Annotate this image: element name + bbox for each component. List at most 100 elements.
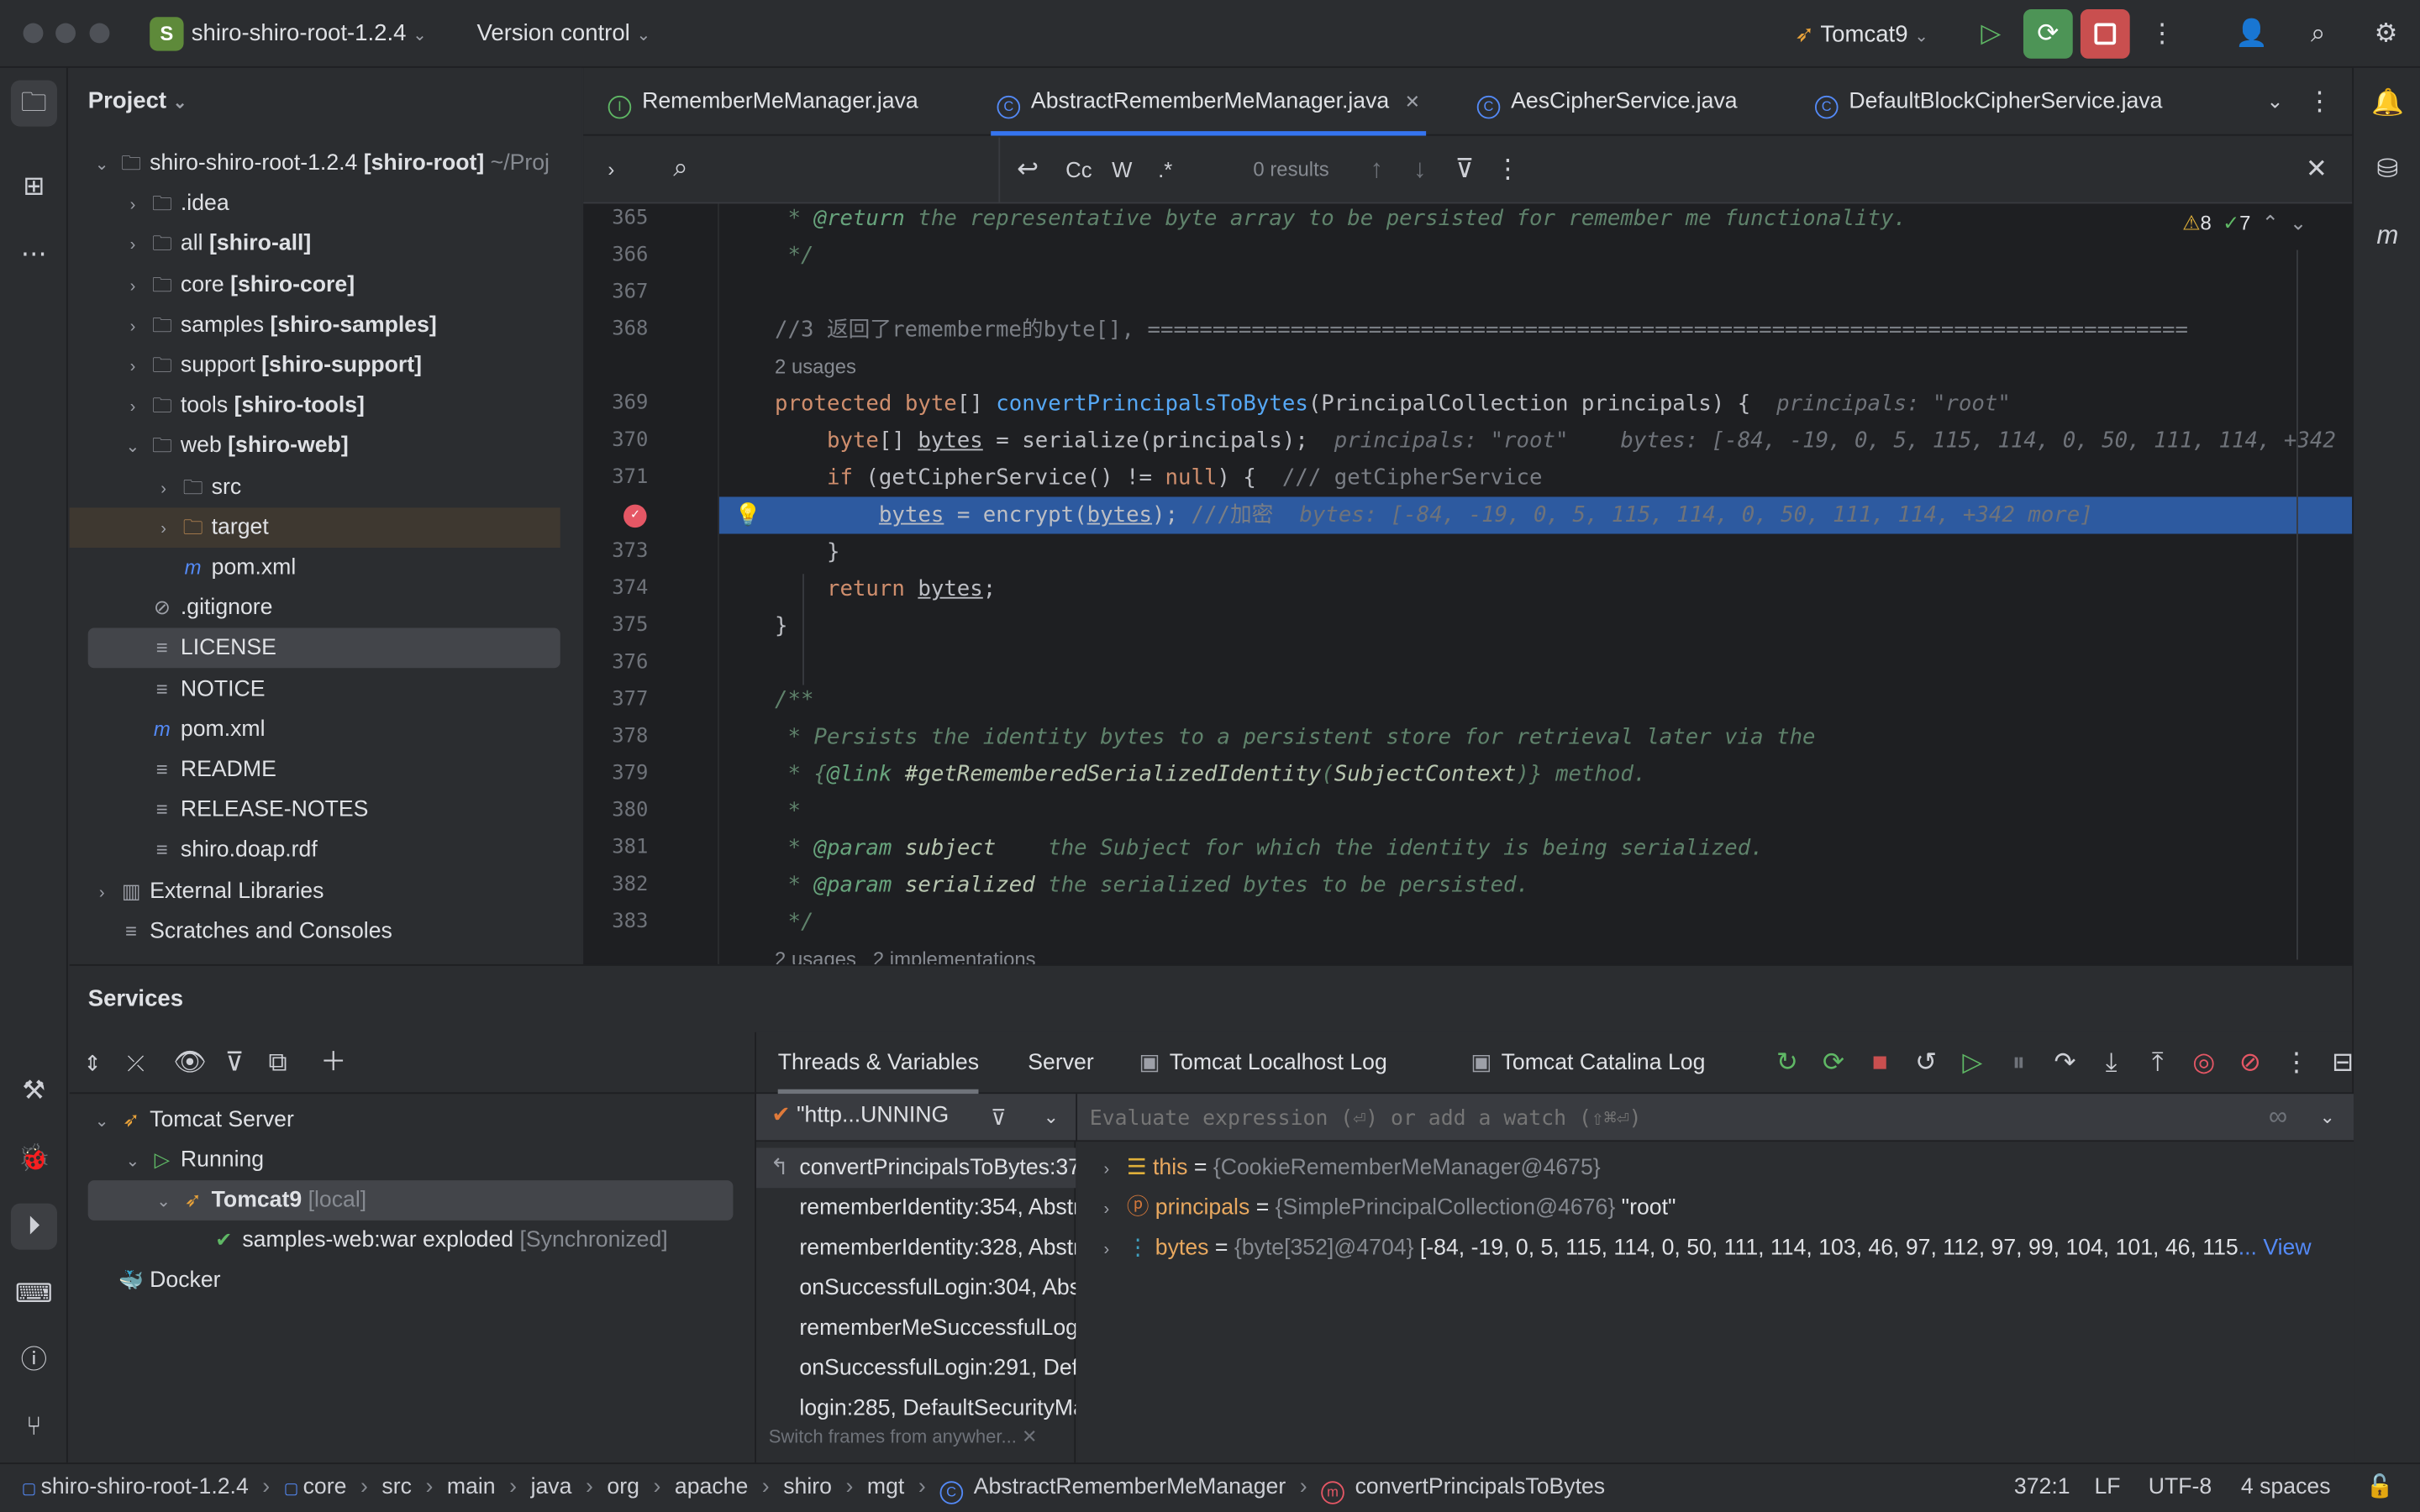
show-eye-icon[interactable]: 👁 bbox=[166, 1040, 213, 1086]
stack-frame[interactable]: onSuccessfulLogin:304, AbstractRememberM… bbox=[756, 1268, 1076, 1309]
filter-icon[interactable]: ⊽ bbox=[1442, 146, 1488, 192]
tree-item[interactable]: ⌄ 🗀 shiro-shiro-root-1.2.4 [shiro-root] ~/… bbox=[88, 144, 550, 184]
code-line[interactable]: 366 */ bbox=[583, 238, 2352, 275]
tab-aescipherservice-java[interactable]: C AesCipherService.java bbox=[1470, 68, 1744, 136]
tab-remembermemanager-java[interactable]: I RememberMeManager.java bbox=[602, 68, 924, 136]
breadcrumb-item[interactable]: mgt bbox=[867, 1475, 904, 1499]
stack-frame[interactable]: onSuccessfulLogin:291, DefaultSecurityMa… bbox=[756, 1348, 1076, 1389]
close-tab-icon[interactable]: ✕ bbox=[1405, 91, 1420, 113]
breadcrumb-item[interactable]: src bbox=[381, 1475, 412, 1499]
tree-item[interactable]: m pom.xml bbox=[150, 548, 297, 588]
tree-item[interactable]: ⌄ ➶ Tomcat Server bbox=[88, 1100, 294, 1141]
whole-word-toggle[interactable]: W bbox=[1099, 146, 1145, 192]
code-line[interactable]: 373 } bbox=[583, 534, 2352, 571]
lock-icon[interactable]: 🔓 bbox=[2366, 1464, 2394, 1510]
line-number[interactable]: 374 bbox=[583, 571, 648, 608]
stop-button[interactable] bbox=[2080, 9, 2130, 59]
layout-icon[interactable]: ⊟ bbox=[2320, 1040, 2366, 1086]
problems-icon[interactable]: ⓘ bbox=[11, 1337, 57, 1383]
breadcrumb-item[interactable]: convertPrincipalsToBytes bbox=[1355, 1475, 1606, 1499]
code-line[interactable]: 382 * @param serialized the serialized b… bbox=[583, 867, 2352, 904]
database-icon[interactable]: ⛁ bbox=[2365, 146, 2411, 192]
breadcrumb-item[interactable]: shiro bbox=[783, 1475, 832, 1499]
rerun-debug-icon[interactable]: ⟳ bbox=[1810, 1040, 1856, 1086]
prev-highlight-icon[interactable]: ⌃ bbox=[2262, 212, 2279, 235]
chevron-right-icon[interactable]: › bbox=[150, 469, 177, 509]
file-encoding[interactable]: UTF-8 bbox=[2149, 1464, 2212, 1510]
add-user-icon[interactable]: 👤 bbox=[2228, 11, 2275, 57]
breadcrumb-item[interactable]: main bbox=[447, 1475, 496, 1499]
chevron-right-icon[interactable]: › bbox=[1092, 1189, 1120, 1230]
code-line[interactable]: 377 /** bbox=[583, 682, 2352, 719]
code-line[interactable]: 380 * bbox=[583, 793, 2352, 830]
evaluate-expression-input[interactable] bbox=[1077, 1094, 2250, 1142]
version-control-menu[interactable]: Version control ⌄ bbox=[477, 20, 651, 46]
debugger-tab[interactable]: ▣ Tomcat Catalina Log bbox=[1470, 1032, 1705, 1094]
breadcrumb-item[interactable]: java bbox=[531, 1475, 572, 1499]
chevron-right-icon[interactable]: › bbox=[118, 307, 146, 347]
project-tool-folder-icon[interactable]: 🗀 bbox=[10, 80, 57, 127]
tree-item[interactable]: ⊘ .gitignore bbox=[118, 588, 273, 628]
tab-defaultblockcipherservice-java[interactable]: C DefaultBlockCipherService.java bbox=[1809, 68, 2169, 136]
code-line[interactable]: 368 //3 返回了rememberme的byte[], ===========… bbox=[583, 312, 2352, 349]
scrollbar-track[interactable] bbox=[2296, 249, 2298, 960]
chevron-right-icon[interactable]: › bbox=[150, 509, 177, 549]
thread-dropdown-chevron-icon[interactable]: ⌄ bbox=[1028, 1094, 1074, 1140]
tree-item[interactable]: ≡ LICENSE bbox=[87, 628, 560, 669]
step-out-icon[interactable]: ⤒ bbox=[2134, 1040, 2181, 1086]
stack-frame[interactable]: rememberIdentity:354, AbstractRememberMe… bbox=[756, 1188, 1076, 1228]
code-line[interactable]: 378 * Persists the identity bytes to a p… bbox=[583, 719, 2352, 756]
previous-occurrence-icon[interactable]: ↑ bbox=[1354, 146, 1400, 192]
tree-item[interactable]: ≡ shiro.doap.rdf bbox=[118, 831, 318, 871]
debug-bug-icon[interactable]: 🐞 bbox=[11, 1136, 57, 1182]
code-line[interactable]: 2 usages 2 implementations bbox=[583, 941, 2352, 964]
chevron-right-icon[interactable]: › bbox=[118, 186, 146, 226]
thread-selector[interactable]: ✔ "http...UNNING bbox=[771, 1103, 949, 1127]
debugger-tab[interactable]: ▣ Tomcat Localhost Log bbox=[1139, 1032, 1387, 1094]
line-number[interactable]: 378 bbox=[583, 719, 648, 756]
stack-frame[interactable]: rememberIdentity:328, AbstractRememberMe… bbox=[756, 1228, 1076, 1268]
step-over-icon[interactable]: ↷ bbox=[2042, 1040, 2088, 1086]
tabs-more-icon[interactable]: ⋮ bbox=[2296, 79, 2343, 125]
maven-icon[interactable]: m bbox=[2365, 213, 2411, 259]
line-number[interactable]: 365 bbox=[583, 203, 648, 237]
breakpoint-icon[interactable]: ✓ bbox=[623, 504, 647, 528]
tree-item[interactable]: › 🗀 all [shiro-all] bbox=[118, 224, 312, 265]
code-line[interactable]: 2 usages bbox=[583, 349, 2352, 386]
more-tools-icon[interactable]: ⋯ bbox=[11, 232, 57, 278]
expand-all-icon[interactable]: ⇕ bbox=[70, 1040, 116, 1086]
structure-icon[interactable]: ⊞ bbox=[11, 164, 57, 210]
chevron-down-icon[interactable]: ⌄ bbox=[88, 1101, 116, 1142]
line-number[interactable]: 381 bbox=[583, 830, 648, 867]
intention-bulb-icon[interactable]: 💡 bbox=[734, 496, 761, 533]
line-number[interactable]: 375 bbox=[583, 608, 648, 645]
maximize-window-button[interactable] bbox=[89, 23, 110, 44]
close-window-button[interactable] bbox=[23, 23, 44, 44]
variable-row[interactable]: › ⓟ principals = {SimplePrincipalCollectio… bbox=[1092, 1188, 1676, 1228]
stack-frame[interactable]: ↰ convertPrincipalsToBytes:372 bbox=[755, 1147, 1076, 1189]
tab-abstractremembermemanager-java[interactable]: C AbstractRememberMeManager.java ✕ bbox=[991, 68, 1427, 136]
line-number[interactable]: 368 bbox=[583, 312, 648, 349]
line-number[interactable]: 373 bbox=[583, 534, 648, 571]
code-line[interactable]: 370 byte[] bytes = serialize(principals)… bbox=[583, 423, 2352, 459]
chevron-right-icon[interactable]: › bbox=[1092, 1230, 1120, 1270]
breadcrumb-item[interactable]: apache bbox=[675, 1475, 748, 1499]
debugger-tab[interactable]: Server bbox=[1028, 1032, 1093, 1094]
line-number[interactable]: 367 bbox=[583, 275, 648, 312]
breadcrumb-item[interactable]: core bbox=[303, 1475, 347, 1499]
next-highlight-icon[interactable]: ⌄ bbox=[2290, 212, 2307, 235]
line-number[interactable]: 379 bbox=[583, 756, 648, 793]
notifications-bell-icon[interactable]: 🔔 bbox=[2365, 81, 2411, 127]
tree-item[interactable]: m pom.xml bbox=[118, 710, 266, 750]
line-number[interactable]: 371 bbox=[583, 459, 648, 496]
view-breakpoints-icon[interactable]: ◎ bbox=[2181, 1040, 2227, 1086]
pause-icon[interactable]: ⏸ bbox=[1996, 1040, 2042, 1086]
code-line[interactable]: 374 return bytes; bbox=[583, 571, 2352, 608]
inspection-widget[interactable]: ⚠8 ✓7 ⌃ ⌄ bbox=[2182, 212, 2307, 236]
breadcrumb-item[interactable]: AbstractRememberMeManager bbox=[974, 1475, 1286, 1499]
view-link[interactable]: ... View bbox=[2238, 1236, 2312, 1260]
mute-breakpoints-icon[interactable]: ⊘ bbox=[2227, 1040, 2273, 1086]
line-number[interactable]: 380 bbox=[583, 793, 648, 830]
regex-toggle[interactable]: .* bbox=[1142, 146, 1188, 192]
code-line[interactable]: 367 bbox=[583, 275, 2352, 312]
